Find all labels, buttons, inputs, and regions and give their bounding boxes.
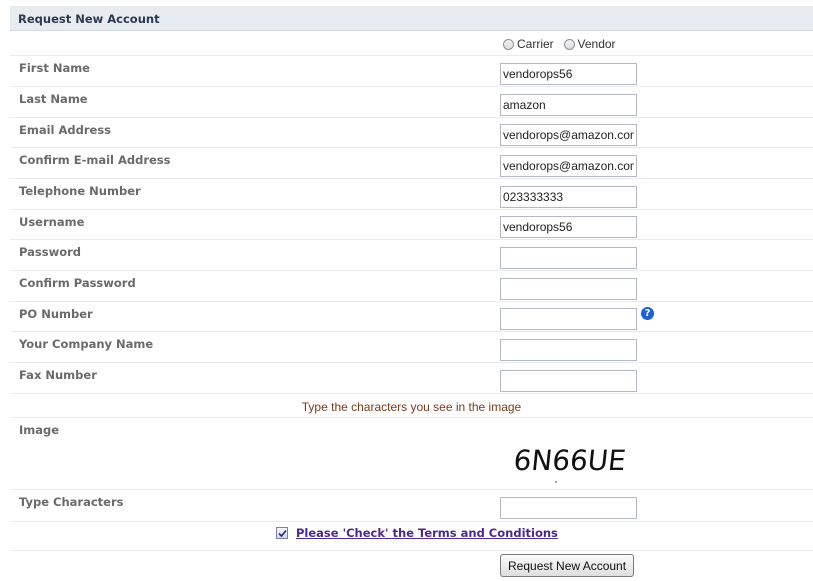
- last-name-row: Last Name: [10, 87, 813, 118]
- captcha-image: 6N66UE: [515, 444, 628, 483]
- type-characters-row: Type Characters: [10, 490, 813, 522]
- vendor-radio-label[interactable]: Vendor: [578, 37, 616, 51]
- carrier-radio[interactable]: [503, 39, 514, 50]
- po-number-input[interactable]: [500, 308, 637, 330]
- carrier-radio-label[interactable]: Carrier: [517, 37, 554, 51]
- first-name-input[interactable]: [500, 63, 637, 85]
- captcha-input[interactable]: [500, 497, 637, 519]
- company-name-input[interactable]: [500, 339, 637, 361]
- vendor-radio[interactable]: [563, 39, 575, 50]
- email-row: Email Address: [10, 118, 813, 148]
- last-name-input[interactable]: [500, 94, 637, 116]
- help-icon[interactable]: ?: [641, 307, 654, 320]
- confirm-password-label: Confirm Password: [19, 276, 136, 290]
- fax-number-label: Fax Number: [19, 368, 97, 382]
- captcha-image-label: Image: [19, 423, 60, 437]
- form-title: Request New Account: [18, 12, 160, 26]
- captcha-hint-row: Type the characters you see in the image: [10, 394, 813, 418]
- fax-number-input[interactable]: [500, 370, 637, 392]
- account-type-group: Carrier Vendor: [503, 37, 622, 51]
- terms-link[interactable]: Please 'Check' the Terms and Conditions: [296, 526, 558, 540]
- email-input[interactable]: [500, 124, 637, 146]
- telephone-row: Telephone Number: [10, 179, 813, 210]
- confirm-password-row: Confirm Password: [10, 271, 813, 302]
- account-type-row: Carrier Vendor: [10, 31, 813, 56]
- password-label: Password: [19, 245, 81, 259]
- po-number-row: PO Number ?: [10, 302, 813, 332]
- email-label: Email Address: [19, 123, 112, 137]
- first-name-label: First Name: [19, 61, 90, 75]
- checkmark-icon: [278, 529, 287, 538]
- confirm-email-label: Confirm E-mail Address: [19, 153, 171, 167]
- telephone-input[interactable]: [500, 186, 637, 208]
- submit-row: Request New Account: [10, 551, 813, 581]
- fax-number-row: Fax Number: [10, 363, 813, 394]
- captcha-text: 6N66UE: [515, 444, 628, 477]
- confirm-email-input[interactable]: [500, 155, 637, 177]
- company-name-label: Your Company Name: [19, 337, 154, 351]
- type-characters-label: Type Characters: [19, 495, 124, 509]
- captcha-hint: Type the characters you see in the image: [301, 400, 522, 414]
- captcha-noise-dot: [555, 481, 557, 483]
- confirm-password-input[interactable]: [500, 278, 637, 300]
- company-name-row: Your Company Name: [10, 332, 813, 363]
- username-input[interactable]: [500, 216, 637, 238]
- confirm-email-row: Confirm E-mail Address: [10, 148, 813, 179]
- password-row: Password: [10, 240, 813, 271]
- terms-checkbox[interactable]: [276, 527, 288, 539]
- po-number-label: PO Number: [19, 307, 93, 321]
- terms-row: Please 'Check' the Terms and Conditions: [10, 522, 813, 551]
- first-name-row: First Name: [10, 56, 813, 87]
- telephone-label: Telephone Number: [19, 184, 141, 198]
- username-row: Username: [10, 210, 813, 240]
- form-header: Request New Account: [10, 6, 813, 31]
- username-label: Username: [19, 215, 85, 229]
- request-new-account-button[interactable]: Request New Account: [500, 554, 635, 577]
- last-name-label: Last Name: [19, 92, 88, 106]
- password-input[interactable]: [500, 247, 637, 269]
- captcha-image-row: Image 6N66UE: [10, 418, 813, 490]
